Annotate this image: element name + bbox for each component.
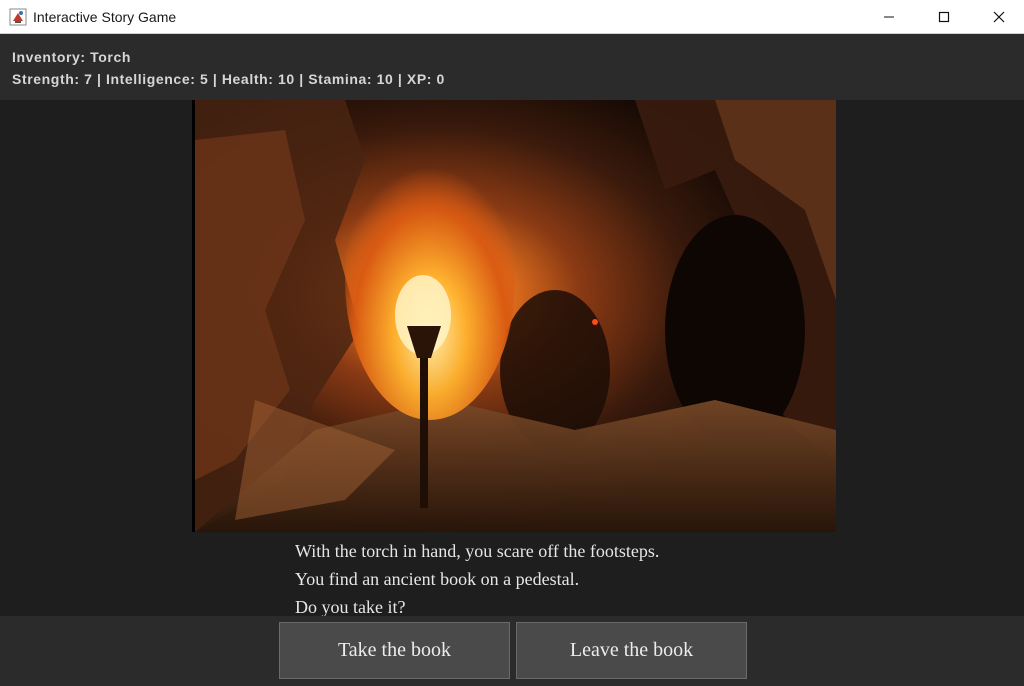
minimize-icon [884,16,894,18]
player-stats-label: Strength: 7 | Intelligence: 5 | Health: … [12,71,445,87]
choice-button-bar: Take the book Leave the book [0,616,1024,686]
close-icon [993,11,1005,23]
story-line: With the torch in hand, you scare off th… [295,541,660,561]
minimize-button[interactable] [866,0,912,34]
story-line: You find an ancient book on a pedestal. [295,569,580,589]
cave-torch-illustration [195,100,836,532]
take-book-button[interactable]: Take the book [279,622,510,679]
player-status-panel: Inventory: Torch Strength: 7 | Intellige… [0,34,1024,100]
story-text: With the torch in hand, you scare off th… [295,537,855,621]
window-titlebar[interactable]: Interactive Story Game [0,0,1024,34]
close-button[interactable] [976,0,1022,34]
leave-book-button[interactable]: Leave the book [516,622,747,679]
maximize-icon [938,11,950,23]
java-app-icon [9,8,27,26]
inventory-label: Inventory: Torch [12,49,132,65]
maximize-button[interactable] [921,0,967,34]
scene-image [192,100,836,532]
window-title: Interactive Story Game [33,9,177,25]
